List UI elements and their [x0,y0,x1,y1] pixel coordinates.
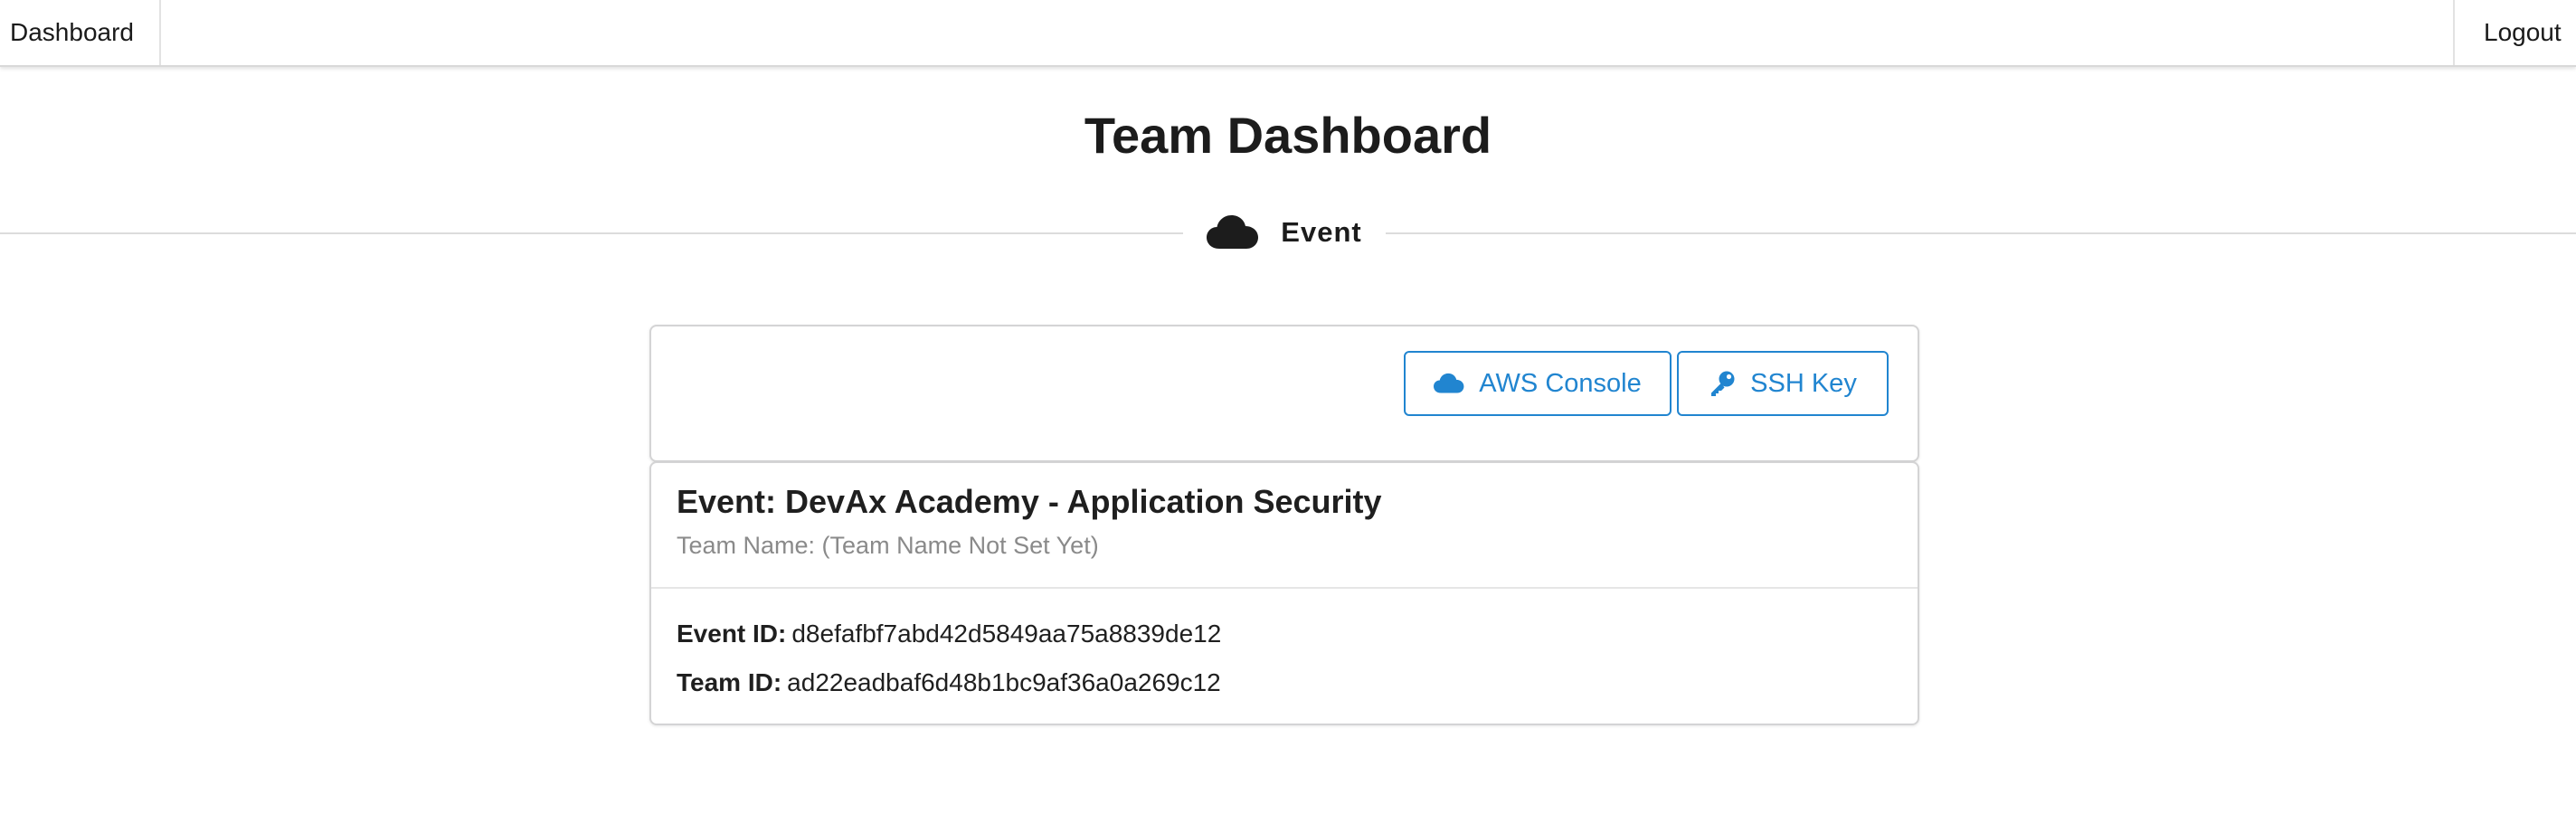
section-label: Event [1281,216,1362,248]
card-divider [651,587,1918,589]
page-title: Team Dashboard [1084,107,1492,164]
cloud-icon [1207,214,1259,251]
logout-menu-item[interactable]: Logout [2453,0,2576,65]
team-id-row: Team ID: ad22eadbaf6d48b1bc9af36a0a269c12 [677,668,1221,697]
ssh-key-button[interactable]: SSH Key [1677,351,1889,416]
ssh-key-label: SSH Key [1750,368,1857,398]
section-header: Event [1183,204,1386,260]
event-id-row: Event ID: d8efafbf7abd42d5849aa75a8839de1… [677,620,1221,648]
cloud-icon [1434,373,1464,394]
aws-console-label: AWS Console [1479,368,1642,398]
event-info-card: Event: DevAx Academy - Application Secur… [649,461,1919,725]
aws-console-button[interactable]: AWS Console [1404,351,1672,416]
dashboard-menu-label: Dashboard [10,18,134,46]
event-title: Event: DevAx Academy - Application Secur… [677,483,1382,520]
event-id-value: d8efafbf7abd42d5849aa75a8839de12 [791,620,1222,648]
top-menu-bar: Dashboard Logout [0,0,2576,67]
team-name: Team Name: (Team Name Not Set Yet) [677,532,1099,559]
dashboard-menu-item[interactable]: Dashboard [0,0,161,65]
team-id-value: ad22eadbaf6d48b1bc9af36a0a269c12 [787,668,1221,696]
actions-card: AWS Console SSH Key [649,325,1919,462]
logout-menu-label: Logout [2484,18,2562,46]
event-id-label: Event ID: [677,620,787,648]
team-id-label: Team ID: [677,668,782,696]
key-icon [1709,370,1736,397]
